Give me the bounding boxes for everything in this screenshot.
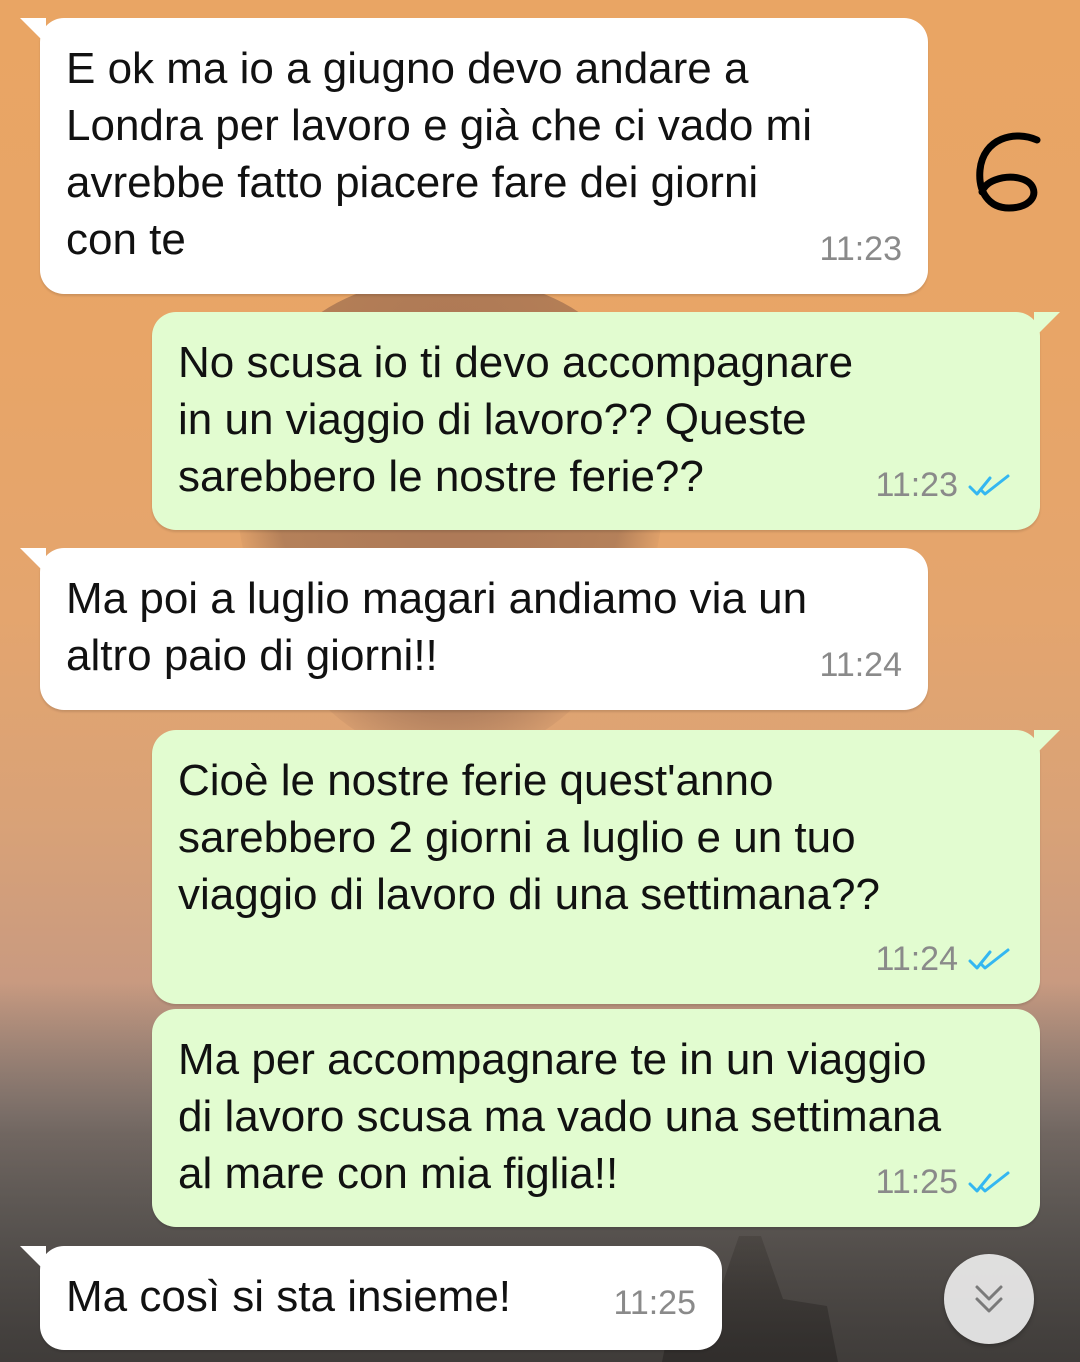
double-check-read-icon — [968, 1171, 1010, 1192]
message-time: 11:23 — [819, 230, 902, 268]
double-check-read-icon — [968, 474, 1010, 495]
message-bubble-outgoing[interactable]: Cioè le nostre ferie quest'anno sarebber… — [152, 730, 1060, 1004]
double-check-read-icon — [968, 948, 1010, 969]
message-meta: 11:24 — [875, 931, 1014, 988]
message-time: 11:24 — [819, 646, 902, 684]
double-chevron-down-icon — [975, 1285, 1003, 1313]
message-meta: 11:23 — [819, 221, 902, 278]
message-bubble-incoming[interactable]: Ma poi a luglio magari andiamo via un al… — [20, 548, 928, 710]
message-time: 11:24 — [875, 940, 958, 978]
message-text: E ok ma io a giugno devo andare a Londra… — [66, 44, 812, 264]
message-time: 11:25 — [875, 1163, 958, 1201]
message-bubble-outgoing[interactable]: No scusa io ti devo accompagnare in un v… — [152, 312, 1060, 530]
message-time: 11:23 — [875, 466, 958, 504]
message-text: Cioè le nostre ferie quest'anno sarebber… — [178, 756, 881, 919]
message-time: 11:25 — [613, 1284, 696, 1322]
handwritten-number-annotation — [976, 132, 1041, 212]
message-meta: 11:25 — [875, 1154, 1014, 1211]
message-bubble-outgoing[interactable]: Ma per accompagnare te in un viaggio di … — [152, 1009, 1040, 1227]
scroll-to-bottom-button[interactable] — [944, 1254, 1034, 1344]
message-bubble-incoming[interactable]: E ok ma io a giugno devo andare a Londra… — [20, 18, 928, 294]
message-meta: 11:25 — [613, 1275, 696, 1332]
message-text: Ma così si sta insieme! — [66, 1272, 512, 1321]
message-meta: 11:23 — [875, 457, 1014, 514]
message-text: Ma poi a luglio magari andiamo via un al… — [66, 574, 808, 680]
message-bubble-incoming[interactable]: Ma così si sta insieme! 11:25 — [20, 1246, 722, 1350]
message-meta: 11:24 — [819, 637, 902, 694]
